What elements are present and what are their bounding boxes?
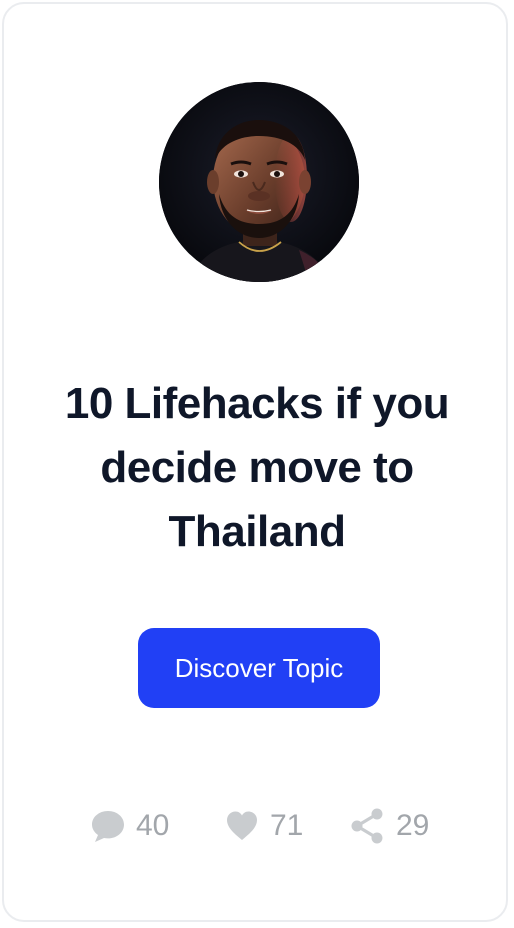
heart-icon (224, 808, 260, 844)
discover-topic-button[interactable]: Discover Topic (138, 628, 380, 708)
speech-bubble-icon (90, 808, 126, 844)
likes-count: 71 (270, 809, 304, 842)
comments-count: 40 (136, 809, 170, 842)
topic-card: 10 Lifehacks if you decide move to Thail… (2, 2, 508, 922)
shares-count: 29 (396, 809, 430, 842)
shares-stat[interactable]: 29 (348, 804, 429, 848)
engagement-stats: 40 71 29 (4, 804, 510, 848)
avatar (159, 82, 359, 282)
topic-title: 10 Lifehacks if you decide move to Thail… (64, 379, 450, 556)
likes-stat[interactable]: 71 (224, 804, 303, 848)
avatar-portrait-image (159, 82, 359, 282)
share-icon (348, 807, 386, 845)
comments-stat[interactable]: 40 (90, 804, 169, 848)
